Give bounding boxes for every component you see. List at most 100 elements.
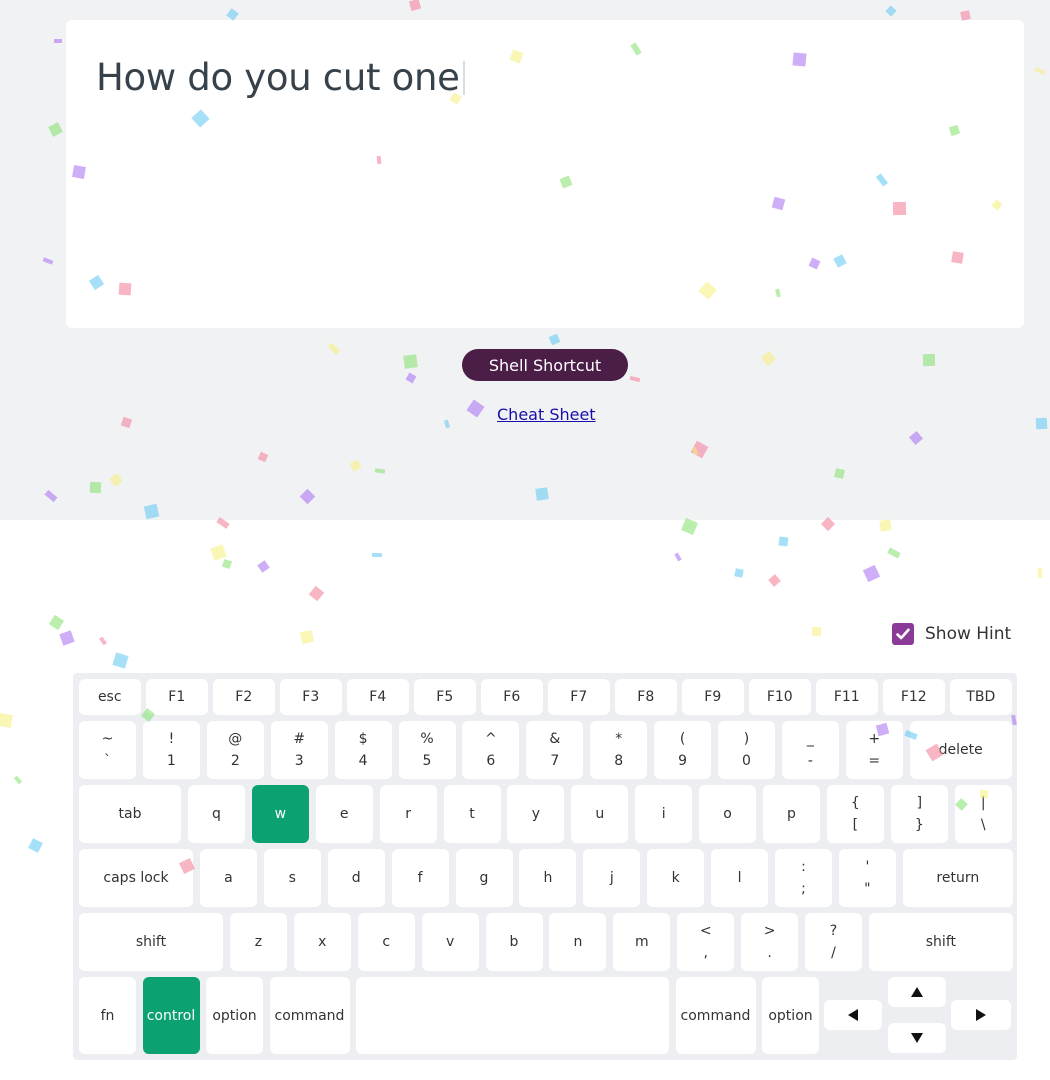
key-6[interactable]: ^ 6	[462, 721, 520, 779]
key-key[interactable]: _ -	[781, 721, 839, 779]
key-r[interactable]: r	[379, 785, 437, 843]
keyboard: esc F1 F2 F3 F4 F5 F6 F7 F8 F9 F10 F11 F12 TBD ~ `! 1 @2 #…	[73, 673, 1017, 1060]
key-f1[interactable]: F1	[146, 679, 208, 715]
key-k[interactable]: k	[647, 849, 705, 907]
key-v[interactable]: v	[421, 913, 479, 971]
key-tab[interactable]: tab	[79, 785, 181, 843]
show-hint-toggle[interactable]: Show Hint	[892, 621, 1011, 647]
key-9[interactable]: (9	[654, 721, 712, 779]
key-5[interactable]: % 5	[398, 721, 456, 779]
question-card: How do you cut one	[66, 20, 1024, 328]
key-f10[interactable]: F10	[749, 679, 811, 715]
key-key[interactable]: {[	[826, 785, 884, 843]
key-arrow-right[interactable]	[951, 1000, 1011, 1030]
key-w[interactable]: w	[251, 785, 309, 843]
up-arrow-icon	[911, 987, 923, 997]
key-shift-left[interactable]: shift	[79, 913, 223, 971]
key-l[interactable]: l	[711, 849, 769, 907]
key-q[interactable]: q	[187, 785, 245, 843]
key-option-right[interactable]: option	[762, 977, 819, 1054]
confetti-piece	[680, 517, 699, 536]
confetti-piece	[811, 626, 822, 637]
key-shift-symbol: (	[679, 731, 686, 747]
key-n[interactable]: n	[549, 913, 607, 971]
confetti-piece	[1037, 567, 1043, 579]
key-key[interactable]: :;	[775, 849, 832, 907]
key-f4[interactable]: F4	[347, 679, 409, 715]
key-key[interactable]: ' "	[838, 849, 896, 907]
key-return[interactable]: return	[902, 849, 1013, 907]
key-arrow-up[interactable]	[888, 977, 946, 1007]
key-0[interactable]: ) 0	[718, 721, 775, 779]
key-key[interactable]: >.	[741, 913, 799, 971]
key-space[interactable]	[356, 977, 669, 1054]
key-8[interactable]: * 8	[590, 721, 648, 779]
key-s[interactable]: s	[263, 849, 321, 907]
key-f8[interactable]: F8	[615, 679, 677, 715]
key-f12[interactable]: F12	[883, 679, 945, 715]
key-arrow-left[interactable]	[824, 1000, 882, 1030]
key-p[interactable]: p	[763, 785, 820, 843]
key-i[interactable]: i	[635, 785, 693, 843]
key-b[interactable]: b	[485, 913, 543, 971]
key-f7[interactable]: F7	[548, 679, 610, 715]
key-3[interactable]: #3	[270, 721, 328, 779]
key-z[interactable]: z	[229, 913, 287, 971]
key-f11[interactable]: F11	[816, 679, 878, 715]
key-a[interactable]: a	[199, 849, 257, 907]
key-h[interactable]: h	[519, 849, 577, 907]
shell-shortcut-button[interactable]: Shell Shortcut	[462, 349, 628, 381]
key-o[interactable]: o	[699, 785, 757, 843]
key-7[interactable]: & 7	[526, 721, 584, 779]
key-t[interactable]: t	[443, 785, 501, 843]
confetti-piece	[112, 652, 129, 669]
key-command-right[interactable]: command	[675, 977, 756, 1054]
key-base-symbol: [	[852, 817, 859, 833]
confetti-piece	[862, 564, 881, 583]
key-key[interactable]: ]}	[890, 785, 948, 843]
key-esc[interactable]: esc	[79, 679, 141, 715]
confetti-piece	[59, 630, 75, 646]
key-shift-symbol: @	[228, 731, 243, 747]
key-f9[interactable]: F9	[682, 679, 744, 715]
key-fn[interactable]: fn	[79, 977, 136, 1054]
key-f5[interactable]: F5	[414, 679, 476, 715]
key-2[interactable]: @2	[206, 721, 264, 779]
key-u[interactable]: u	[571, 785, 629, 843]
key-key[interactable]: ~ `	[79, 721, 136, 779]
key-f3[interactable]: F3	[280, 679, 342, 715]
key-shift-symbol: :	[801, 859, 806, 875]
key-1[interactable]: ! 1	[142, 721, 200, 779]
key-f6[interactable]: F6	[481, 679, 543, 715]
confetti-piece	[13, 775, 23, 785]
key-c[interactable]: c	[357, 913, 415, 971]
confetti-piece	[308, 585, 325, 602]
key-key[interactable]: ? /	[805, 913, 862, 971]
key-option-left[interactable]: option	[206, 977, 263, 1054]
key-f2[interactable]: F2	[213, 679, 275, 715]
key-y[interactable]: y	[507, 785, 565, 843]
key-control[interactable]: control	[142, 977, 200, 1054]
key-f[interactable]: f	[391, 849, 449, 907]
show-hint-checkbox[interactable]	[892, 623, 914, 645]
key-caps-lock[interactable]: caps lock	[79, 849, 193, 907]
key-tbd[interactable]: TBD	[950, 679, 1012, 715]
key-j[interactable]: j	[583, 849, 641, 907]
key-x[interactable]: x	[293, 913, 351, 971]
key-shift-right[interactable]: shift	[868, 913, 1013, 971]
key-4[interactable]: $4	[334, 721, 392, 779]
cheat-sheet-link[interactable]: Cheat Sheet	[497, 405, 596, 424]
key-delete[interactable]: delete	[909, 721, 1012, 779]
key-base-symbol: /	[831, 945, 836, 961]
key-key[interactable]: + =	[845, 721, 903, 779]
key-e[interactable]: e	[315, 785, 373, 843]
key-g[interactable]: g	[455, 849, 513, 907]
key-arrow-down[interactable]	[888, 1023, 946, 1053]
key-command-left[interactable]: command	[269, 977, 350, 1054]
show-hint-label: Show Hint	[925, 624, 1012, 644]
key-shift-symbol: #	[293, 731, 306, 747]
key-key[interactable]: <,	[677, 913, 735, 971]
key-key[interactable]: | \	[954, 785, 1012, 843]
key-m[interactable]: m	[613, 913, 671, 971]
key-d[interactable]: d	[327, 849, 385, 907]
